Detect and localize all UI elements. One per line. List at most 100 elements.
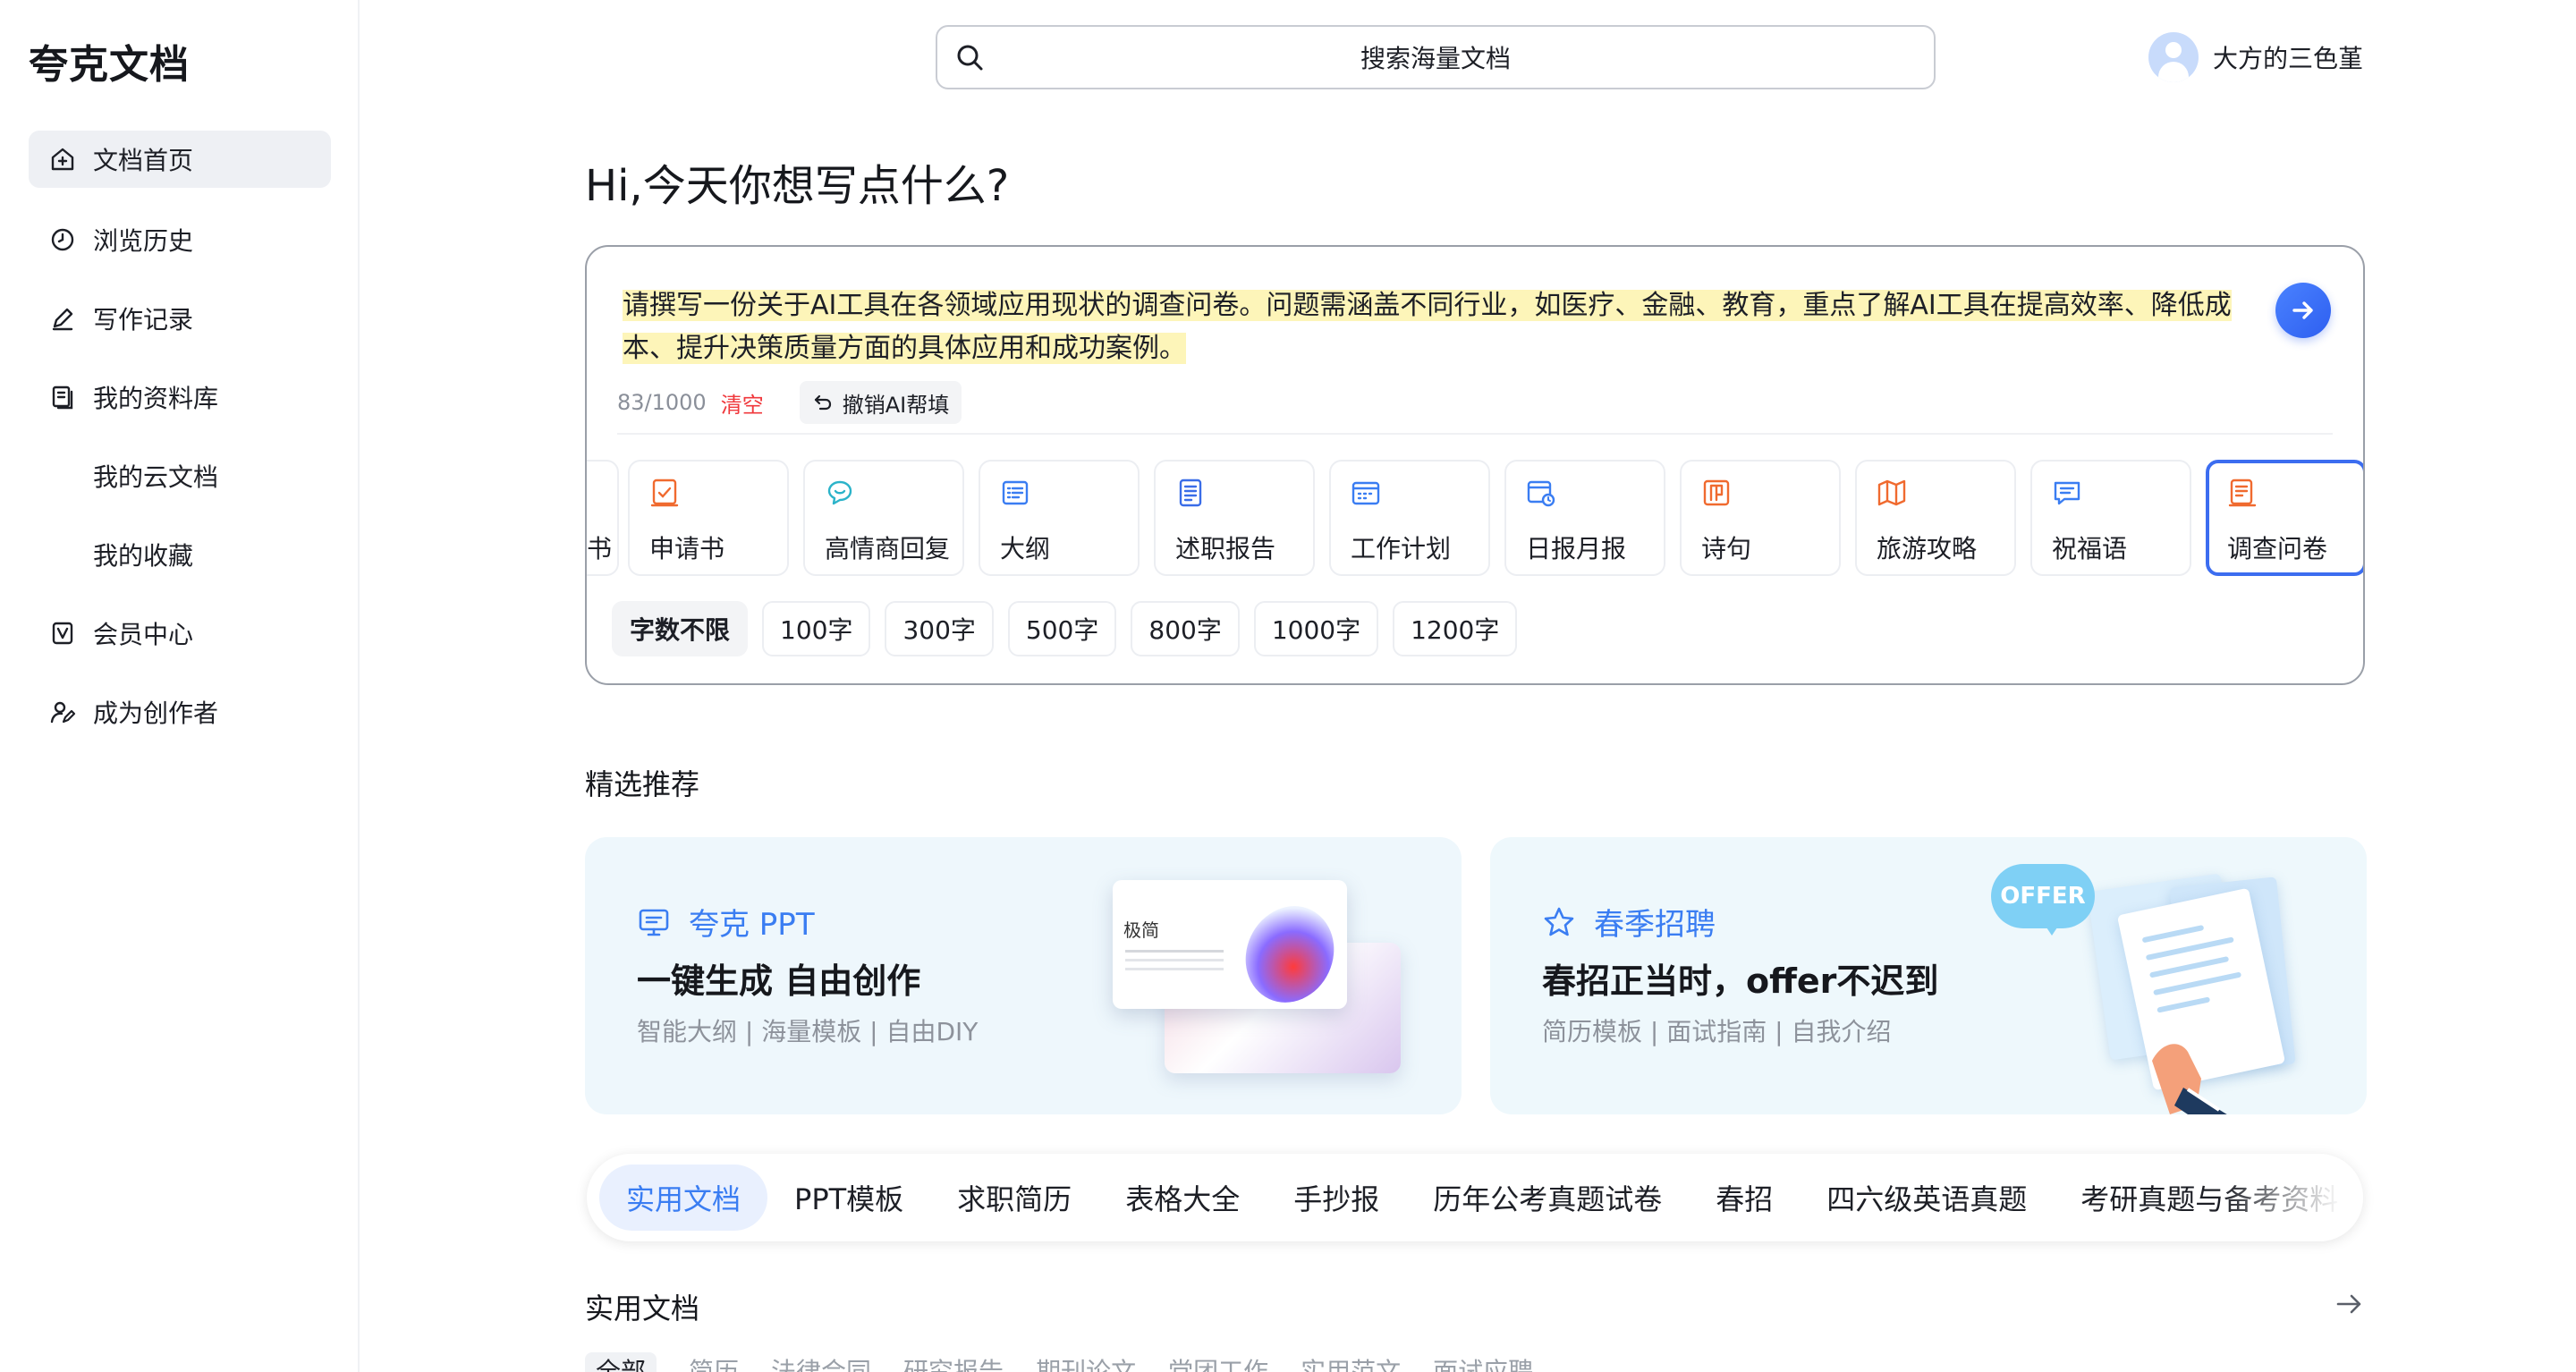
tab-ppt-templates[interactable]: PPT模板 (767, 1165, 930, 1231)
tab-cet-english[interactable]: 四六级英语真题 (1800, 1165, 2054, 1231)
length-option-unlimited[interactable]: 字数不限 (612, 601, 749, 656)
length-option-500[interactable]: 500字 (1007, 601, 1117, 656)
slide-lines (1125, 950, 1224, 953)
doc-type-label: 述职报告 (1175, 534, 1276, 563)
doc-type-label: 工作计划 (1351, 534, 1452, 563)
offer-badge: OFFER (1991, 864, 2095, 936)
doc-type-blessing[interactable]: 祝福语 (2030, 460, 2191, 576)
arrow-right-icon (2336, 1294, 2361, 1314)
user-name: 大方的三色堇 (2213, 44, 2364, 73)
length-option-300[interactable]: 300字 (885, 601, 994, 656)
sidebar-item-label: 浏览历史 (93, 226, 194, 256)
slide-title: 极简 (1123, 919, 1159, 941)
doc-type-outline[interactable]: 大纲 (979, 460, 1140, 576)
tab-spring-recruit[interactable]: 春招 (1689, 1165, 1800, 1231)
prompt-meta: 83/1000 清空 撤销AI帮填 (617, 381, 962, 424)
length-option-1000[interactable]: 1000字 (1253, 601, 1379, 656)
chat-bubble-icon (825, 478, 855, 508)
doc-type-label: 调查问卷 (2227, 534, 2328, 563)
doc-type-survey[interactable]: 调查问卷 (2206, 460, 2363, 576)
user-profile[interactable]: 大方的三色堇 (2148, 32, 2363, 82)
clear-button[interactable]: 清空 (721, 387, 764, 419)
sub-tab-sample-essays[interactable]: 实用范文 (1301, 1352, 1401, 1372)
tab-spreadsheets[interactable]: 表格大全 (1098, 1165, 1267, 1231)
paper-line (2153, 971, 2242, 996)
sidebar-item-home[interactable]: 文档首页 (29, 131, 331, 188)
compose-card: 请撰写一份关于AI工具在各领域应用现状的调查问卷。问题需涵盖不同行业，如医疗、金… (585, 245, 2365, 685)
feature-card-ppt[interactable]: 夸克 PPT 一键生成 自由创作 智能大纲 | 海量模板 | 自由DIY 极简 (585, 837, 1462, 1114)
tab-practical-docs[interactable]: 实用文档 (599, 1165, 768, 1231)
sidebar-item-vip[interactable]: 会员中心 (29, 605, 331, 662)
feature-subtitle: 智能大纲 | 海量模板 | 自由DIY (637, 1017, 979, 1046)
doc-type-partial[interactable]: 书 (587, 460, 619, 576)
library-icon (47, 381, 79, 413)
tab-fade-overlay (2220, 1154, 2363, 1241)
tab-resumes[interactable]: 求职简历 (930, 1165, 1098, 1231)
undo-ai-fill-button[interactable]: 撤销AI帮填 (799, 381, 962, 424)
sub-tab-journal-paper[interactable]: 期刊论文 (1036, 1352, 1136, 1372)
app-logo[interactable]: 夸克文档 (29, 32, 190, 89)
length-option-1200[interactable]: 1200字 (1393, 601, 1518, 656)
presentation-icon (637, 905, 671, 939)
offer-illustration: OFFER (1991, 855, 2349, 1114)
prompt-text: 请撰写一份关于AI工具在各领域应用现状的调查问卷。问题需涵盖不同行业，如医疗、金… (623, 290, 2232, 364)
doc-type-work-plan[interactable]: 工作计划 (1329, 460, 1490, 576)
creator-icon (47, 696, 79, 728)
feature-brand-label: 夸克 PPT (689, 907, 815, 943)
sidebar-item-cloud-docs[interactable]: 我的云文档 (29, 447, 331, 504)
send-button[interactable] (2275, 283, 2331, 338)
prompt-textarea[interactable]: 请撰写一份关于AI工具在各领域应用现状的调查问卷。问题需涵盖不同行业，如医疗、金… (623, 284, 2233, 370)
doc-type-poem[interactable]: 诗句 (1680, 460, 1841, 576)
doc-type-label: 申请书 (649, 534, 725, 563)
sub-tab-party-work[interactable]: 党团工作 (1168, 1352, 1268, 1372)
feature-brand: 夸克 PPT (637, 900, 815, 944)
doc-type-list: 书 申请书 高情商回复 大纲 述职报告 工作计划 日报月报 诗句 旅游攻略 祝福… (587, 460, 2363, 580)
doc-type-label: 祝福语 (2052, 534, 2128, 563)
sub-tab-resume[interactable]: 简历 (689, 1352, 739, 1372)
doc-type-application[interactable]: 申请书 (628, 460, 789, 576)
length-option-800[interactable]: 800字 (1131, 601, 1240, 656)
doc-type-label: 书 (587, 534, 613, 563)
feature-card-spring-recruit[interactable]: 春季招聘 春招正当时，offer不迟到 简历模板 | 面试指南 | 自我介绍 O… (1490, 837, 2367, 1114)
more-arrow-button[interactable] (2331, 1286, 2367, 1322)
sidebar-item-label: 文档首页 (93, 146, 194, 175)
doc-type-daily-monthly[interactable]: 日报月报 (1504, 460, 1665, 576)
sidebar-item-creator[interactable]: 成为创作者 (29, 683, 331, 741)
length-option-100[interactable]: 100字 (762, 601, 871, 656)
doc-type-work-report[interactable]: 述职报告 (1154, 460, 1315, 576)
feature-headline: 春招正当时，offer不迟到 (1542, 961, 1939, 1001)
report-icon (1175, 478, 1206, 508)
sub-tab-all[interactable]: 全部 (585, 1352, 657, 1372)
tab-civil-service-exams[interactable]: 历年公考真题试卷 (1406, 1165, 1689, 1231)
calendar-report-icon (1526, 478, 1556, 508)
feature-brand-label: 春季招聘 (1594, 907, 1716, 943)
sidebar-item-favorites[interactable]: 我的收藏 (29, 526, 331, 583)
sidebar-item-label: 我的资料库 (93, 384, 219, 413)
sidebar-item-writing-records[interactable]: 写作记录 (29, 290, 331, 347)
paper-line (2157, 996, 2211, 1013)
divider (617, 433, 2333, 435)
avatar[interactable] (2148, 32, 2199, 82)
sidebar-item-label: 写作记录 (93, 305, 194, 335)
vip-icon (47, 617, 79, 649)
paper-line (2141, 924, 2205, 944)
sidebar: 夸克文档 文档首页 浏览历史 写作记录 我的资料库 我的云文档 我的收藏 会员中… (0, 0, 360, 1372)
doc-type-eq-reply[interactable]: 高情商回复 (803, 460, 964, 576)
doc-type-travel[interactable]: 旅游攻略 (1855, 460, 2016, 576)
home-icon (47, 143, 79, 175)
doc-type-label: 诗句 (1701, 534, 1752, 563)
tab-handwritten-posters[interactable]: 手抄报 (1267, 1165, 1406, 1231)
sub-tab-interview[interactable]: 面试应聘 (1433, 1352, 1533, 1372)
length-options: 字数不限 100字 300字 500字 800字 1000字 1200字 (612, 601, 1531, 656)
sidebar-item-history[interactable]: 浏览历史 (29, 211, 331, 268)
sidebar-item-library[interactable]: 我的资料库 (29, 368, 331, 426)
search-input[interactable]: 搜索海量文档 (936, 25, 1936, 89)
message-icon (2052, 478, 2082, 508)
sub-tab-legal-contract[interactable]: 法律合同 (771, 1352, 871, 1372)
clock-icon (47, 224, 79, 256)
star-icon (1542, 905, 1576, 939)
sub-tab-research-report[interactable]: 研究报告 (903, 1352, 1004, 1372)
slide-thumbnail-front: 极简 (1113, 880, 1347, 1009)
plan-icon (1351, 478, 1381, 508)
gradient-blob (1230, 891, 1347, 1009)
